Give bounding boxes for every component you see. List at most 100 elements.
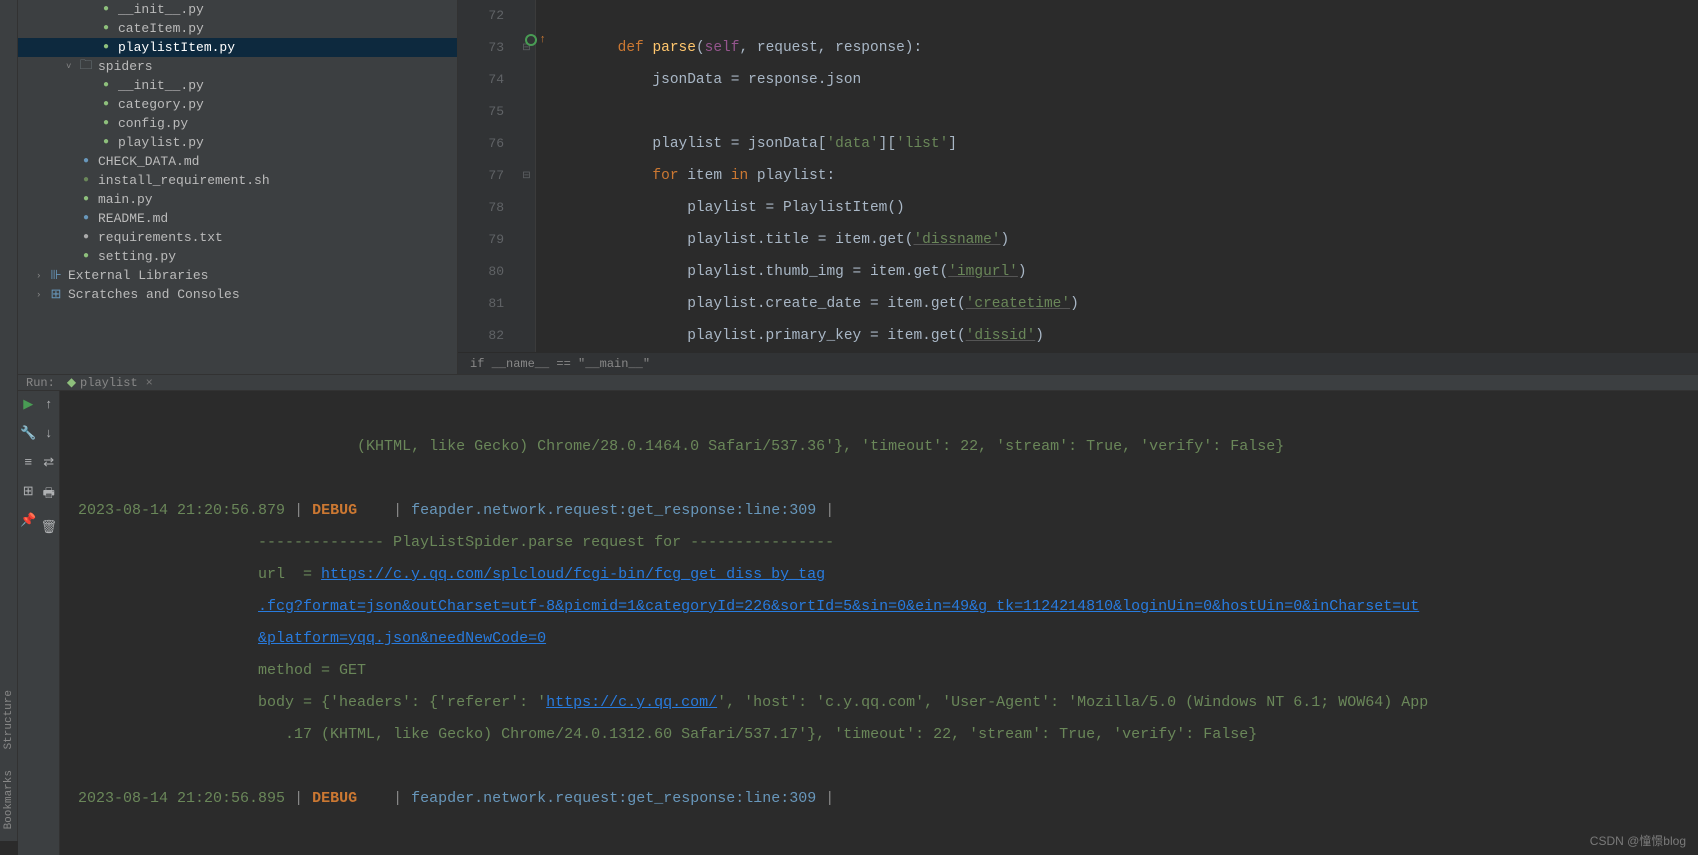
py-icon: ● — [98, 42, 114, 53]
fold-marker[interactable] — [518, 256, 535, 288]
stop-icon[interactable]: ≡ — [24, 455, 32, 470]
console-output[interactable]: (KHTML, like Gecko) Chrome/28.0.1464.0 S… — [60, 391, 1698, 855]
tree-item[interactable]: ● playlist.py — [18, 133, 457, 152]
line-number: 77 — [458, 160, 504, 192]
side-toolbar: Structure Bookmarks — [0, 0, 18, 841]
fold-marker[interactable] — [518, 224, 535, 256]
bookmarks-tab[interactable]: Bookmarks — [3, 770, 15, 829]
override-icon[interactable] — [525, 34, 537, 46]
fold-marker[interactable] — [518, 0, 535, 32]
tree-item[interactable]: ●README.md — [18, 209, 457, 228]
trash-icon[interactable]: 🗑 — [40, 520, 57, 535]
py-icon: ● — [98, 23, 114, 34]
python-icon: ◆ — [67, 375, 76, 390]
line-number: 81 — [458, 288, 504, 320]
tree-item[interactable]: ●install_requirement.sh — [18, 171, 457, 190]
layout-icon[interactable]: ⊞ — [23, 484, 34, 499]
fold-marker[interactable] — [518, 320, 535, 352]
rerun-icon[interactable]: ▶ — [23, 397, 33, 412]
tree-item[interactable]: ›⊞Scratches and Consoles — [18, 285, 457, 304]
fold-marker[interactable] — [518, 96, 535, 128]
tree-label: spiders — [98, 59, 153, 74]
library-icon: ⊪ — [48, 268, 64, 283]
run-tab[interactable]: ◆ playlist × — [67, 375, 153, 390]
tree-item[interactable]: ● main.py — [18, 190, 457, 209]
py-icon: ● — [78, 194, 94, 205]
code-line: for item in playlist: — [548, 160, 1698, 192]
down-icon[interactable]: ↓ — [45, 426, 53, 441]
log-line: url = — [258, 566, 321, 583]
txt-icon: ● — [78, 232, 94, 243]
up-arrow-icon[interactable]: ↑ — [539, 34, 546, 46]
breadcrumb[interactable]: if __name__ == "__main__" — [458, 352, 1698, 374]
fold-strip: ⊟⊟ — [518, 0, 536, 352]
fold-marker[interactable] — [518, 192, 535, 224]
line-number: 79 — [458, 224, 504, 256]
wrench-icon[interactable]: 🔧 — [20, 426, 36, 441]
tree-item[interactable]: ●category.py — [18, 95, 457, 114]
code-line: jsonData = response.json — [548, 64, 1698, 96]
up-icon[interactable]: ↑ — [45, 397, 53, 412]
tree-item[interactable]: ●__init__.py — [18, 0, 457, 19]
code-line — [548, 0, 1698, 32]
run-label: Run: — [26, 376, 55, 390]
print-icon[interactable]: 🖶 — [43, 484, 55, 506]
tree-item[interactable]: ● requirements.txt — [18, 228, 457, 247]
tree-label: requirements.txt — [98, 230, 223, 245]
project-tree[interactable]: ●__init__.py●cateItem.py●playlistItem.py… — [18, 0, 458, 374]
tree-item[interactable]: ●setting.py — [18, 247, 457, 266]
tree-item[interactable]: ●__init__.py — [18, 76, 457, 95]
tree-label: README.md — [98, 211, 168, 226]
line-number: 72 — [458, 0, 504, 32]
fold-marker[interactable] — [518, 64, 535, 96]
line-gutter: ↑ 7273747576777879808182 — [458, 0, 518, 352]
tree-item[interactable]: ˅🗀spiders — [18, 57, 457, 76]
tree-item[interactable]: ›⊪External Libraries — [18, 266, 457, 285]
run-tab-bar: Run: ◆ playlist × — [18, 375, 1698, 391]
tree-label: playlist.py — [118, 135, 204, 150]
code-line: playlist.primary_key = item.get('dissid'… — [548, 320, 1698, 352]
close-icon[interactable]: × — [146, 376, 153, 390]
code-lines[interactable]: def parse(self, request, response): json… — [536, 0, 1698, 352]
pin-icon[interactable]: 📌 — [20, 513, 36, 528]
url-link[interactable]: &platform=yqq.json&needNewCode=0 — [258, 630, 546, 647]
log-timestamp: 2023-08-14 21:20:56.879 — [78, 502, 285, 519]
code-line: playlist = PlaylistItem() — [548, 192, 1698, 224]
fold-marker[interactable] — [518, 128, 535, 160]
line-number: 78 — [458, 192, 504, 224]
url-link[interactable]: https://c.y.qq.com/splcloud/fcgi-bin/fcg… — [321, 566, 825, 583]
code-line — [548, 96, 1698, 128]
tree-label: main.py — [98, 192, 153, 207]
tree-item[interactable]: ●config.py — [18, 114, 457, 133]
log-source: feapder.network.request:get_response:lin… — [411, 790, 816, 807]
tree-item[interactable]: ●playlistItem.py — [18, 38, 457, 57]
log-level: DEBUG — [312, 790, 357, 807]
code-line: playlist = jsonData['data']['list'] — [548, 128, 1698, 160]
py-icon: ● — [98, 137, 114, 148]
url-link[interactable]: .fcg?format=json&outCharset=utf-8&picmid… — [258, 598, 1419, 615]
code-line: playlist.title = item.get('dissname') — [548, 224, 1698, 256]
fold-marker[interactable]: ⊟ — [518, 160, 535, 192]
console-wrap: ▶ 🔧 ≡ ⊞ 📌 ↑ ↓ ⇄ 🖶 🗑 (KHTML, like Gecko) … — [18, 391, 1698, 855]
log-timestamp: 2023-08-14 21:20:56.895 — [78, 790, 285, 807]
line-number: 80 — [458, 256, 504, 288]
tree-label: __init__.py — [118, 2, 204, 17]
log-line: (KHTML, like Gecko) Chrome/28.0.1464.0 S… — [78, 438, 1284, 455]
sh-icon: ● — [78, 175, 94, 186]
line-number: 82 — [458, 320, 504, 352]
url-link[interactable]: https://c.y.qq.com/ — [546, 694, 717, 711]
tree-label: __init__.py — [118, 78, 204, 93]
editor: ↑ 7273747576777879808182 ⊟⊟ def parse(se… — [458, 0, 1698, 374]
tree-item[interactable]: ●CHECK_DATA.md — [18, 152, 457, 171]
tree-item[interactable]: ●cateItem.py — [18, 19, 457, 38]
line-number: 76 — [458, 128, 504, 160]
upper-pane: ●__init__.py●cateItem.py●playlistItem.py… — [18, 0, 1698, 375]
console-toolbar: ▶ 🔧 ≡ ⊞ 📌 ↑ ↓ ⇄ 🖶 🗑 — [18, 391, 60, 855]
code-line: def parse(self, request, response): — [548, 32, 1698, 64]
wrap-icon[interactable]: ⇄ — [43, 455, 54, 470]
main-area: ●__init__.py●cateItem.py●playlistItem.py… — [18, 0, 1698, 841]
structure-tab[interactable]: Structure — [3, 690, 15, 749]
fold-marker[interactable] — [518, 288, 535, 320]
log-level: DEBUG — [312, 502, 357, 519]
tree-label: setting.py — [98, 249, 176, 264]
